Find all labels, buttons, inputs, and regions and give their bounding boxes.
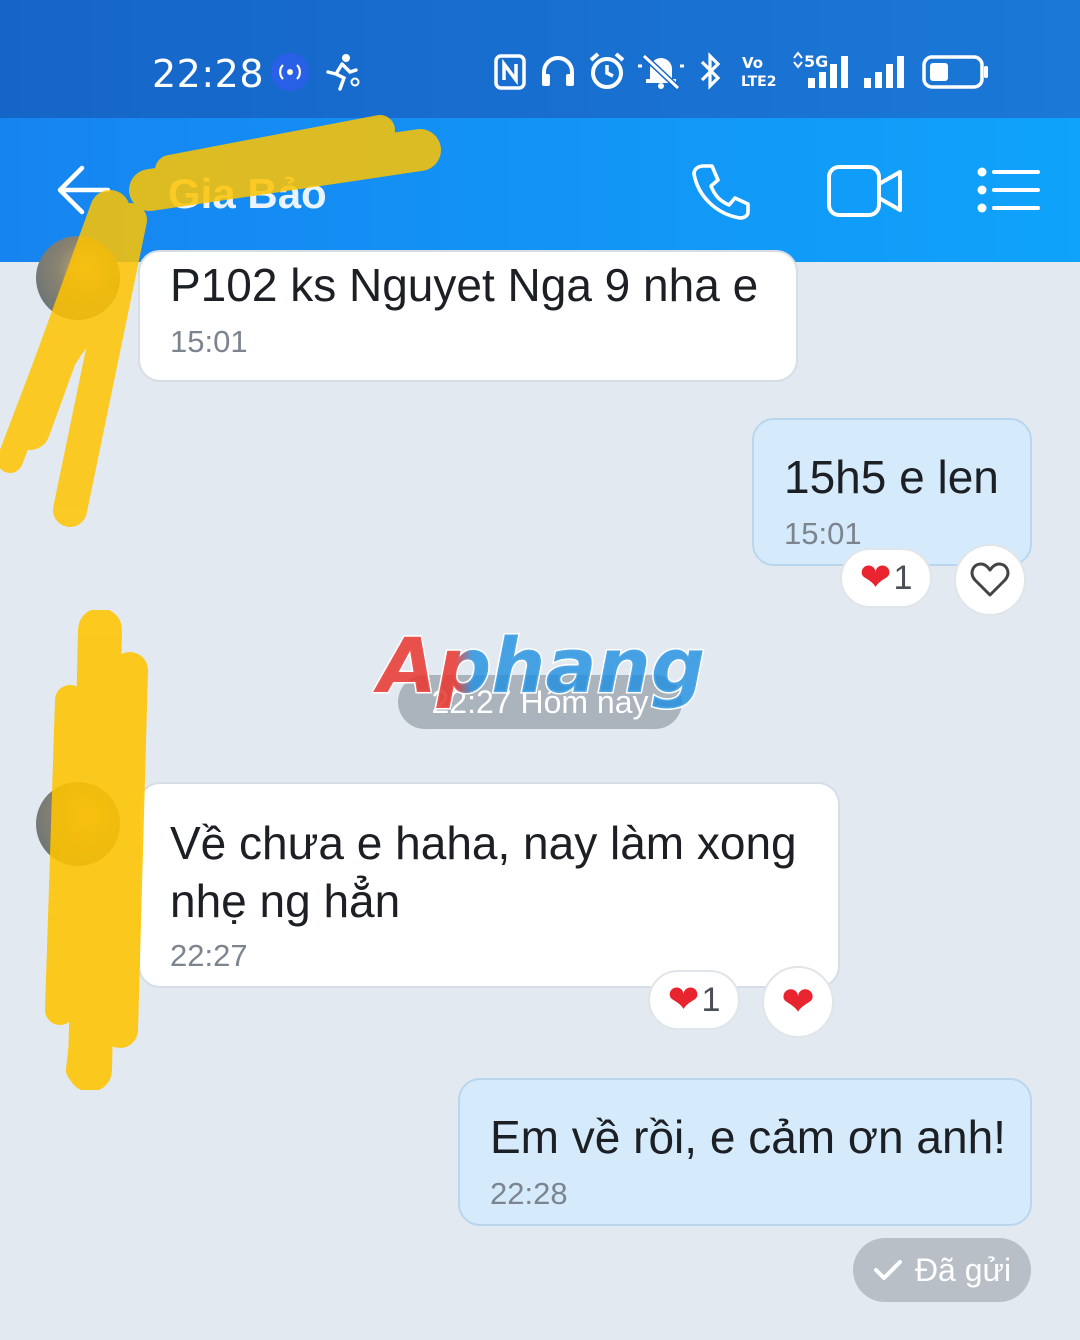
- message-time: 22:27: [170, 938, 248, 973]
- volte-icon: Vo LTE2: [741, 54, 776, 90]
- svg-text:5G: 5G: [804, 52, 828, 71]
- reaction-count: 1: [893, 558, 913, 597]
- message-text: Em về rồi, e cảm ơn anh!: [490, 1111, 1006, 1163]
- status-time: 22:28: [152, 52, 265, 96]
- heart-icon: ❤: [781, 980, 815, 1024]
- message-text: 15h5 e len: [784, 451, 999, 503]
- message-text: Về chưa e haha, nay làm xong nhẹ ng hẳn: [170, 817, 797, 927]
- alarm-icon: [589, 52, 625, 89]
- heart-icon: ❤: [667, 979, 700, 1021]
- checkmark-icon: [873, 1260, 902, 1280]
- contact-name[interactable]: Gia Bảo: [168, 170, 327, 218]
- video-camera-icon[interactable]: [826, 164, 904, 218]
- back-arrow-icon[interactable]: [54, 164, 112, 216]
- hotspot-icon: [271, 53, 309, 91]
- mute-icon: [638, 53, 684, 90]
- react-button[interactable]: ❤: [762, 966, 834, 1038]
- sent-status-label: Đã gửi: [914, 1251, 1012, 1288]
- menu-list-icon[interactable]: [976, 166, 1040, 214]
- reaction-summary[interactable]: ❤ 1: [648, 970, 740, 1030]
- date-divider: 22:27 Hôm nay: [398, 675, 682, 729]
- message-text: P102 ks Nguyet Nga 9 nha e: [170, 259, 759, 311]
- reaction-summary[interactable]: ❤ 1: [840, 548, 932, 608]
- headphones-icon: [542, 56, 574, 86]
- reaction-count: 1: [701, 980, 721, 1019]
- message-bubble-incoming[interactable]: P102 ks Nguyet Nga 9 nha e 15:01: [138, 250, 798, 382]
- message-list[interactable]: P102 ks Nguyet Nga 9 nha e 15:01 15h5 e …: [0, 236, 1080, 1340]
- running-icon: [326, 54, 360, 91]
- svg-text:Vo: Vo: [742, 54, 763, 72]
- signal-5g-icon: 5G: [793, 51, 848, 88]
- bluetooth-icon: [700, 52, 721, 90]
- message-bubble-incoming[interactable]: Về chưa e haha, nay làm xong nhẹ ng hẳn …: [138, 782, 840, 988]
- sent-status: Đã gửi: [853, 1238, 1031, 1302]
- battery-icon: [922, 55, 988, 89]
- signal-icon: [864, 56, 904, 88]
- message-time: 22:28: [490, 1176, 568, 1211]
- message-bubble-outgoing[interactable]: Em về rồi, e cảm ơn anh! 22:28: [458, 1078, 1032, 1226]
- react-button[interactable]: [954, 544, 1026, 616]
- avatar[interactable]: [36, 782, 120, 866]
- message-time: 15:01: [784, 516, 862, 551]
- nfc-icon: [494, 54, 526, 90]
- message-time: 15:01: [170, 324, 248, 359]
- svg-text:LTE2: LTE2: [741, 74, 776, 90]
- heart-icon: ❤: [859, 557, 892, 599]
- avatar[interactable]: [36, 236, 120, 320]
- chat-header: [0, 118, 1080, 262]
- heart-outline-icon: [970, 562, 1010, 597]
- phone-icon[interactable]: [690, 162, 752, 220]
- status-bar: 22:28 Vo LTE2 5G: [0, 0, 1080, 118]
